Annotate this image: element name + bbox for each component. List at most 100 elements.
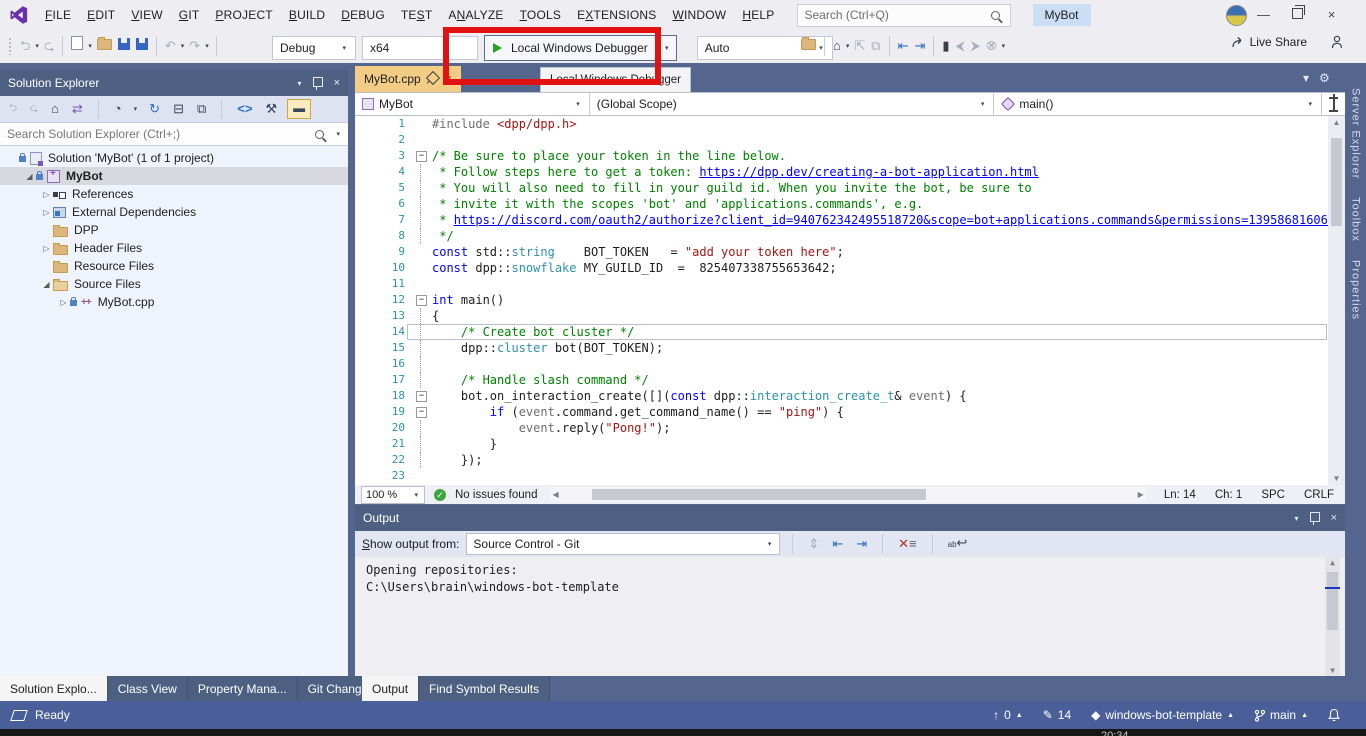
code-line-9[interactable]: 9const std::string BOT_TOKEN = "add your… (355, 244, 1345, 260)
se-search-dropdown[interactable]: ▾ (334, 130, 342, 138)
output-close-icon[interactable]: × (1331, 512, 1337, 524)
debug-target-dropdown[interactable]: ▾ (658, 44, 676, 52)
indent-icon[interactable]: ⇥ (911, 35, 928, 57)
column-indicator[interactable]: Ch: 1 (1210, 489, 1248, 501)
issues-label[interactable]: No issues found (455, 489, 537, 501)
code-line-2[interactable]: 2 (355, 132, 1345, 148)
tree-item-external-dependencies[interactable]: ▷External Dependencies (0, 203, 348, 221)
clear-all-icon[interactable]: ✕≡ (895, 533, 920, 555)
navigate-back-dropdown[interactable]: ▾ (33, 42, 41, 50)
hscrollbar-thumb[interactable] (592, 489, 925, 500)
tree-item-resource-files[interactable]: Resource Files (0, 257, 348, 275)
settings-gear-icon[interactable]: ⚙ (1319, 71, 1330, 85)
new-project-dropdown[interactable]: ▾ (86, 42, 94, 50)
live-share-button[interactable]: Live Share (1231, 35, 1307, 49)
home-dropdown[interactable]: ▾ (844, 42, 852, 50)
quick-search-box[interactable]: Search (Ctrl+Q) (797, 4, 1011, 27)
nav-scope-dropdown[interactable]: (Global Scope)▾ (590, 93, 995, 115)
code-line-16[interactable]: 16 (355, 356, 1345, 372)
attach-icon[interactable]: ⇱ (851, 35, 868, 57)
solution-platform-dropdown[interactable]: x64 (362, 36, 478, 60)
preview-selected-items-toggle[interactable]: ▬ (287, 99, 311, 119)
repository-button[interactable]: ◆ windows-bot-template ▲ (1091, 708, 1234, 722)
menu-project[interactable]: PROJECT (207, 0, 280, 30)
clear-bookmarks-icon[interactable]: ⮿ (983, 35, 999, 57)
tree-item-header-files[interactable]: ▷Header Files (0, 239, 348, 257)
properties-icon[interactable]: ⚒ (262, 98, 280, 120)
undo-dropdown[interactable]: ▾ (179, 42, 187, 50)
vertical-tab-properties[interactable]: Properties (1350, 260, 1362, 320)
tool-tab-class-view[interactable]: Class View (108, 676, 188, 701)
tree-item-mybot-cpp[interactable]: ▷++MyBot.cpp (0, 293, 348, 311)
split-window-handle[interactable] (1322, 93, 1345, 115)
se-forward-icon[interactable]: ⮎ (27, 98, 41, 120)
menu-build[interactable]: BUILD (281, 0, 333, 30)
bookmark-icon[interactable]: ▮ (939, 35, 952, 57)
bookmark-dropdown[interactable]: ▾ (1000, 42, 1008, 50)
tree-item-dpp[interactable]: DPP (0, 221, 348, 239)
menu-debug[interactable]: DEBUG (333, 0, 393, 30)
editor-vertical-scrollbar[interactable]: ▲ ▼ (1328, 116, 1345, 485)
expand-arrow-icon[interactable]: ▷ (40, 190, 53, 199)
code-line-7[interactable]: 7 * https://discord.com/oauth2/authorize… (355, 212, 1345, 228)
save-icon[interactable] (115, 35, 133, 57)
find-in-files-icon[interactable] (798, 35, 819, 57)
code-line-8[interactable]: 8 */ (355, 228, 1345, 244)
code-line-13[interactable]: 13{ (355, 308, 1345, 324)
code-line-15[interactable]: 15 dpp::cluster bot(BOT_TOKEN); (355, 340, 1345, 356)
scroll-up-icon[interactable]: ▲ (1328, 118, 1345, 127)
minimize-button[interactable]: — (1247, 0, 1281, 30)
close-panel-icon[interactable]: × (334, 77, 340, 89)
code-editor[interactable]: 1#include <dpp/dpp.h>23/* Be sure to pla… (355, 116, 1345, 485)
space-mode-indicator[interactable]: SPC (1256, 489, 1290, 501)
outgoing-commits-button[interactable]: ↑ 0 ▲ (993, 708, 1023, 722)
fold-collapse-icon[interactable] (414, 404, 429, 420)
scrollbar-thumb[interactable] (1331, 138, 1342, 226)
redo-dropdown[interactable]: ▾ (203, 42, 211, 50)
tree-item-mybot[interactable]: ◢MyBot (0, 167, 348, 185)
tree-item-solution-mybot-1-of-1-project-[interactable]: Solution 'MyBot' (1 of 1 project) (0, 149, 348, 167)
tool-tab-find-symbol-results[interactable]: Find Symbol Results (419, 676, 550, 701)
user-avatar[interactable] (1226, 5, 1247, 26)
code-line-22[interactable]: 22 }); (355, 452, 1345, 468)
menu-tools[interactable]: TOOLS (512, 0, 569, 30)
collapse-arrow-icon[interactable]: ◢ (40, 280, 53, 289)
find-message-icon[interactable]: ⇕ (805, 533, 822, 555)
previous-message-icon[interactable]: ⇤ (829, 533, 846, 555)
tab-list-dropdown-icon[interactable]: ▾ (1303, 71, 1309, 85)
prev-bookmark-icon[interactable]: ⮜ (953, 35, 968, 57)
code-line-4[interactable]: 4 * Follow steps here to get a token: ht… (355, 164, 1345, 180)
expand-arrow-icon[interactable]: ▷ (40, 208, 53, 217)
redo-icon[interactable]: ↷ (186, 35, 203, 57)
fold-collapse-icon[interactable] (414, 148, 429, 164)
scroll-down-icon[interactable]: ▼ (1328, 474, 1345, 483)
expand-arrow-icon[interactable]: ▷ (40, 244, 53, 253)
navigate-forward-icon[interactable]: ⮎ (41, 35, 57, 57)
code-line-11[interactable]: 11 (355, 276, 1345, 292)
code-line-20[interactable]: 20 event.reply("Pong!"); (355, 420, 1345, 436)
code-line-10[interactable]: 10const dpp::snowflake MY_GUILD_ID = 825… (355, 260, 1345, 276)
code-line-23[interactable]: 23 (355, 468, 1345, 484)
pending-changes-filter-icon[interactable]: ◔ (111, 98, 125, 120)
unindent-icon[interactable]: ⇤ (895, 35, 912, 57)
se-back-icon[interactable]: ⮌ (6, 98, 20, 120)
output-scrollbar-thumb[interactable] (1327, 572, 1338, 630)
output-content[interactable]: Opening repositories:C:\Users\brain\wind… (355, 557, 1345, 676)
nav-member-dropdown[interactable]: main()▾ (994, 93, 1322, 115)
code-line-1[interactable]: 1#include <dpp/dpp.h> (355, 116, 1345, 132)
output-scroll-up-icon[interactable]: ▲ (1325, 558, 1340, 567)
nav-project-dropdown[interactable]: MyBot▾ (355, 93, 590, 115)
branch-button[interactable]: main ▲ (1254, 708, 1308, 722)
menu-help[interactable]: HELP (734, 0, 782, 30)
code-line-14[interactable]: 14 /* Create bot cluster */ (355, 324, 1345, 340)
pin-icon[interactable] (313, 77, 323, 87)
menu-extensions[interactable]: EXTENSIONS (569, 0, 664, 30)
save-all-icon[interactable] (133, 35, 151, 57)
output-scroll-down-icon[interactable]: ▼ (1325, 666, 1340, 675)
menu-analyze[interactable]: ANALYZE (440, 0, 511, 30)
tree-item-source-files[interactable]: ◢Source Files (0, 275, 348, 293)
menu-test[interactable]: TEST (393, 0, 440, 30)
tool-tab-property-mana-[interactable]: Property Mana... (188, 676, 298, 701)
navigate-back-icon[interactable]: ⮌ (17, 35, 33, 57)
code-line-21[interactable]: 21 } (355, 436, 1345, 452)
